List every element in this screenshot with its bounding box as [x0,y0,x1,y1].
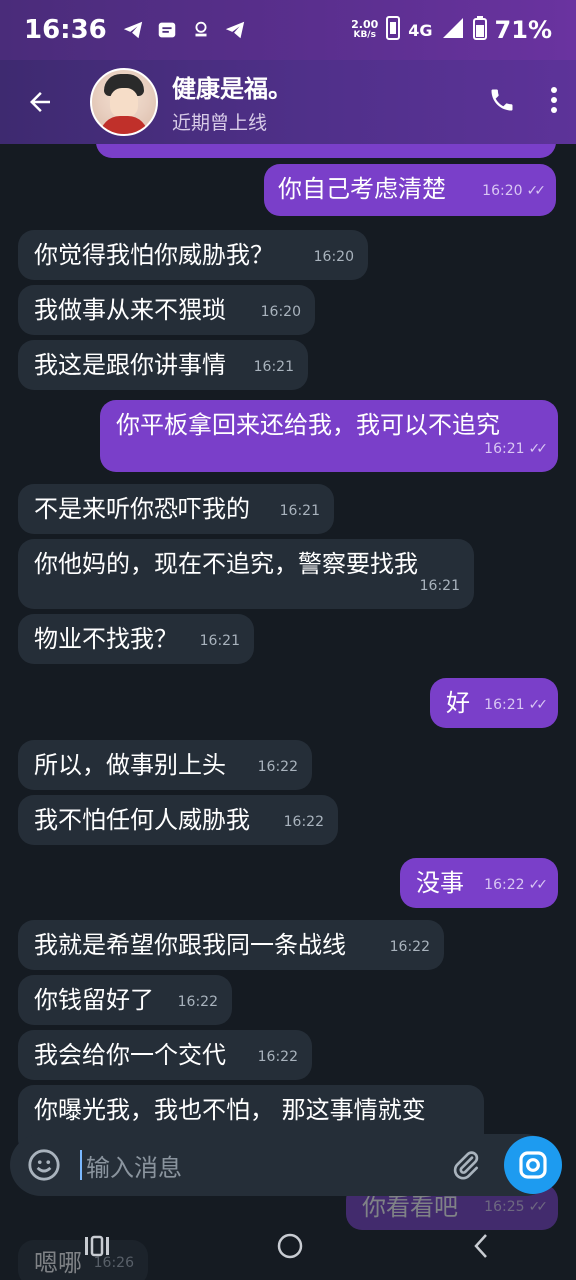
network-type: 4G [408,20,433,40]
message-bubble[interactable]: 我做事从来不猥琐 16:20 [18,285,315,335]
network-speed: 2.00 KB/s [351,18,379,40]
message-text: 你自己考虑清楚 [278,175,446,203]
message-text: 我会给你一个交代 [34,1041,226,1069]
message-bubble[interactable]: 我不怕任何人威胁我 16:22 [18,795,338,845]
message-time: 16:21 [279,503,320,519]
home-circle-icon [277,1233,303,1259]
message-time: 16:20 [313,249,354,265]
chat-title-block[interactable]: 健康是福。 近期曾上线 [172,69,292,135]
message-bubble[interactable]: 你觉得我怕你威胁我？ 16:20 [18,230,368,280]
message-time: 16:21 [419,578,460,594]
more-menu-button[interactable] [550,86,558,118]
message-time: 16:21 [253,359,294,375]
message-time: 16:22 [257,1049,298,1065]
last-seen-status: 近期曾上线 [172,112,268,134]
message-bubble[interactable]: 我就是希望你跟我同一条战线 16:22 [18,920,444,970]
message-time: 16:20 [482,183,523,199]
system-nav-bar [0,1216,576,1280]
status-time: 16:36 [24,15,107,45]
back-button[interactable] [18,80,62,124]
double-check-icon: ✓✓ [528,877,549,893]
message-bubble[interactable]: 物业不找我？ 16:21 [18,614,254,664]
recent-apps-button[interactable] [83,1234,111,1262]
call-button[interactable] [488,86,516,118]
more-vertical-icon [551,87,557,113]
camera-icon [519,1151,547,1179]
message-input-bar: 输入消息 [10,1134,556,1196]
phone-icon [491,89,513,111]
chat-title: 健康是福。 [172,75,292,103]
message-time: 16:22 [484,877,525,893]
message-text: 你平板拿回来还给我，我可以不追究 [116,411,500,439]
back-nav-button[interactable] [469,1232,493,1264]
message-input[interactable]: 输入消息 [86,1148,182,1183]
chat-header: 健康是福。 近期曾上线 [0,60,576,144]
battery-icon [472,16,487,44]
message-text: 我就是希望你跟我同一条战线 [34,931,346,959]
message-time: 16:22 [257,759,298,775]
message-text: 你曝光我，我也不怕， 那这事情就变 [34,1096,426,1124]
emoji-button[interactable] [24,1145,64,1185]
telegram-icon [121,18,145,42]
message-text: 好 [446,689,470,717]
message-text: 物业不找我？ [34,625,178,653]
message-bubble[interactable]: 你自己考虑清楚 16:20 ✓✓ [264,164,556,216]
app-logo-icon [189,18,213,42]
message-bubble[interactable]: 你钱留好了 16:22 [18,975,232,1025]
message-text: 不是来听你恐吓我的 [34,495,250,523]
message-bubble[interactable]: 没事 16:22 ✓✓ [400,858,558,908]
message-time: 16:22 [283,814,324,830]
message-bubble[interactable]: 你平板拿回来还给我，我可以不追究 16:21 ✓✓ [100,400,558,472]
smile-icon [28,1149,60,1181]
message-text: 你钱留好了 [34,986,154,1014]
system-icons: 2.00 KB/s 4G 71% [351,16,552,44]
avatar[interactable] [90,68,158,136]
message-bubble[interactable]: 好 16:21 ✓✓ [430,678,558,728]
attach-button[interactable] [446,1145,486,1185]
message-bubble[interactable]: 所以，做事别上头 16:22 [18,740,312,790]
message-time: 16:21 [484,697,525,713]
message-time: 16:21 [199,633,240,649]
message-time: 16:21 [484,441,525,457]
message-text: 你觉得我怕你威胁我？ [34,241,274,269]
signal-icon [441,16,465,44]
battery-percent: 71% [494,16,552,44]
home-button[interactable] [276,1232,304,1264]
paperclip-icon [453,1151,479,1180]
message-text: 我不怕任何人威胁我 [34,806,250,834]
message-text: 你他妈的，现在不追究，警察要找我 [34,550,418,578]
message-bubble[interactable]: 不是来听你恐吓我的 16:21 [18,484,334,534]
double-check-icon: ✓✓ [528,441,549,457]
message-text: 我做事从来不猥琐 [34,296,226,324]
recents-icon [84,1235,109,1257]
message-bubble[interactable]: 我这是跟你讲事情 16:21 [18,340,308,390]
message-text: 没事 [416,869,464,897]
message-bubble-clipped [96,144,556,158]
message-text: 我这是跟你讲事情 [34,351,226,379]
message-text: 所以，做事别上头 [34,751,226,779]
message-time: 16:20 [260,304,301,320]
double-check-icon: ✓✓ [528,697,549,713]
vibrate-icon [386,16,401,44]
message-list[interactable]: 你自己考虑清楚 16:20 ✓✓ 你觉得我怕你威胁我？ 16:20 我做事从来不猥… [0,144,576,1280]
arrow-left-icon [30,92,50,112]
telegram-icon-2 [223,18,247,42]
status-bar: 16:36 2.00 KB/s 4G 71% [0,0,576,60]
text-caret [80,1150,82,1180]
message-bubble[interactable]: 你他妈的，现在不追究，警察要找我 16:21 [18,539,474,609]
message-time: 16:22 [389,939,430,955]
message-icon [155,18,179,42]
camera-button[interactable] [504,1136,562,1194]
chevron-left-icon [474,1234,488,1258]
message-bubble[interactable]: 我会给你一个交代 16:22 [18,1030,312,1080]
notification-icons [121,18,247,42]
double-check-icon: ✓✓ [526,183,547,199]
message-time: 16:22 [177,994,218,1010]
